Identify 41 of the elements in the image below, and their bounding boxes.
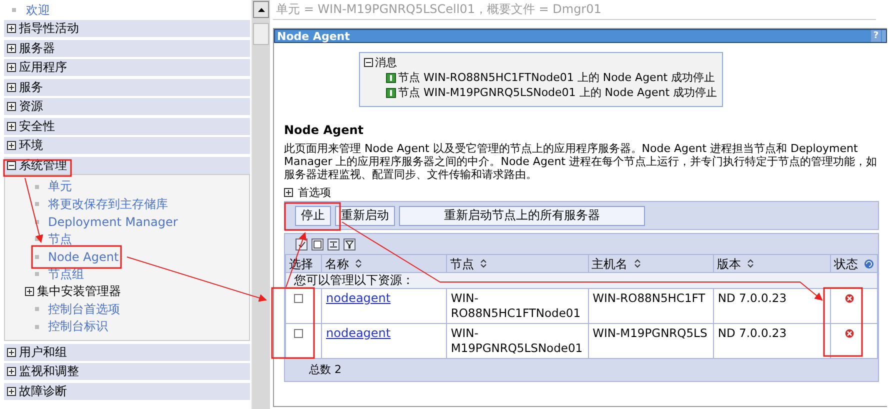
page-heading: Node Agent [284, 123, 364, 137]
nav-category[interactable]: 安全性 [19, 118, 55, 134]
column-header: 状态 [834, 256, 858, 270]
table-cell: WIN-M19PGNRQ5LSNode01 [450, 326, 583, 355]
table-cell: WIN-RO88N5HC1FTNode01 [450, 291, 581, 320]
action-button[interactable]: 重新启动节点上的所有服务器 [399, 206, 645, 226]
nav-link[interactable]: 欢迎 [26, 2, 50, 18]
column-header[interactable]: 名称 [325, 256, 349, 270]
nav-group[interactable]: 集中安装管理器 [37, 283, 121, 300]
nav-link[interactable]: Deployment Manager [48, 214, 178, 229]
nav-link[interactable]: 节点 [48, 230, 72, 248]
table-note: 您可以管理以下资源： [294, 273, 414, 287]
action-button[interactable]: 停止 [295, 206, 331, 226]
breadcrumb: 单元 = WIN-M19PGNRQ5LSCell01，概要文件 = Dmgr01 [273, 0, 876, 20]
nav-link[interactable]: 单元 [48, 178, 72, 196]
nav-category[interactable]: 应用程序 [19, 59, 67, 76]
table-cell: ND 7.0.0.23 [718, 291, 787, 305]
description: 此页面用来管理 Node Agent 以及受它管理的节点上的应用程序服务器。Node Agent 进程担当节点和 Deployment Manager 上的应用程序服务器之间的中介。Node Agent 进程在每个节点上运行，并专门执行特定于节点的管理功能，如服务器进程监视、配置同步、文件传输和请求路由。 [284, 142, 878, 181]
nav-link[interactable]: 将更改保存到主存储库 [48, 196, 168, 213]
nav-category[interactable]: 服务 [19, 78, 43, 96]
action-button[interactable]: 重新启动 [335, 206, 395, 226]
nav-link[interactable]: 控制台标识 [48, 318, 108, 336]
messages-title: 消息 [375, 55, 397, 70]
column-header[interactable]: 节点 [450, 256, 474, 270]
table-cell: WIN-RO88N5HC1FT [592, 291, 706, 305]
nav-link[interactable]: Node Agent [48, 250, 119, 264]
preferences-link[interactable]: 首选项 [298, 185, 331, 200]
column-header[interactable]: 版本 [716, 256, 741, 270]
message-text: 节点 WIN-M19PGNRQ5LSNode01 上的 Node Agent 成功停止 [398, 85, 718, 100]
table-cell: WIN-M19PGNRQ5LS [592, 326, 708, 340]
nav-category[interactable]: 服务器 [19, 40, 55, 56]
nav-category[interactable]: 资源 [19, 98, 43, 115]
nav-link[interactable]: 节点组 [48, 266, 84, 283]
nav-category[interactable]: 故障诊断 [19, 382, 67, 400]
nav-category[interactable]: 环境 [19, 137, 43, 154]
total-count: 总数 2 [308, 362, 342, 378]
nav-category[interactable]: 用户和组 [19, 344, 67, 360]
table-cell: ND 7.0.0.23 [718, 326, 787, 340]
message-text: 节点 WIN-RO88N5HC1FTNode01 上的 Node Agent 成功停止 [398, 70, 716, 85]
panel-title: Node Agent [276, 30, 350, 42]
nav-link[interactable]: 控制台首选项 [48, 300, 120, 318]
